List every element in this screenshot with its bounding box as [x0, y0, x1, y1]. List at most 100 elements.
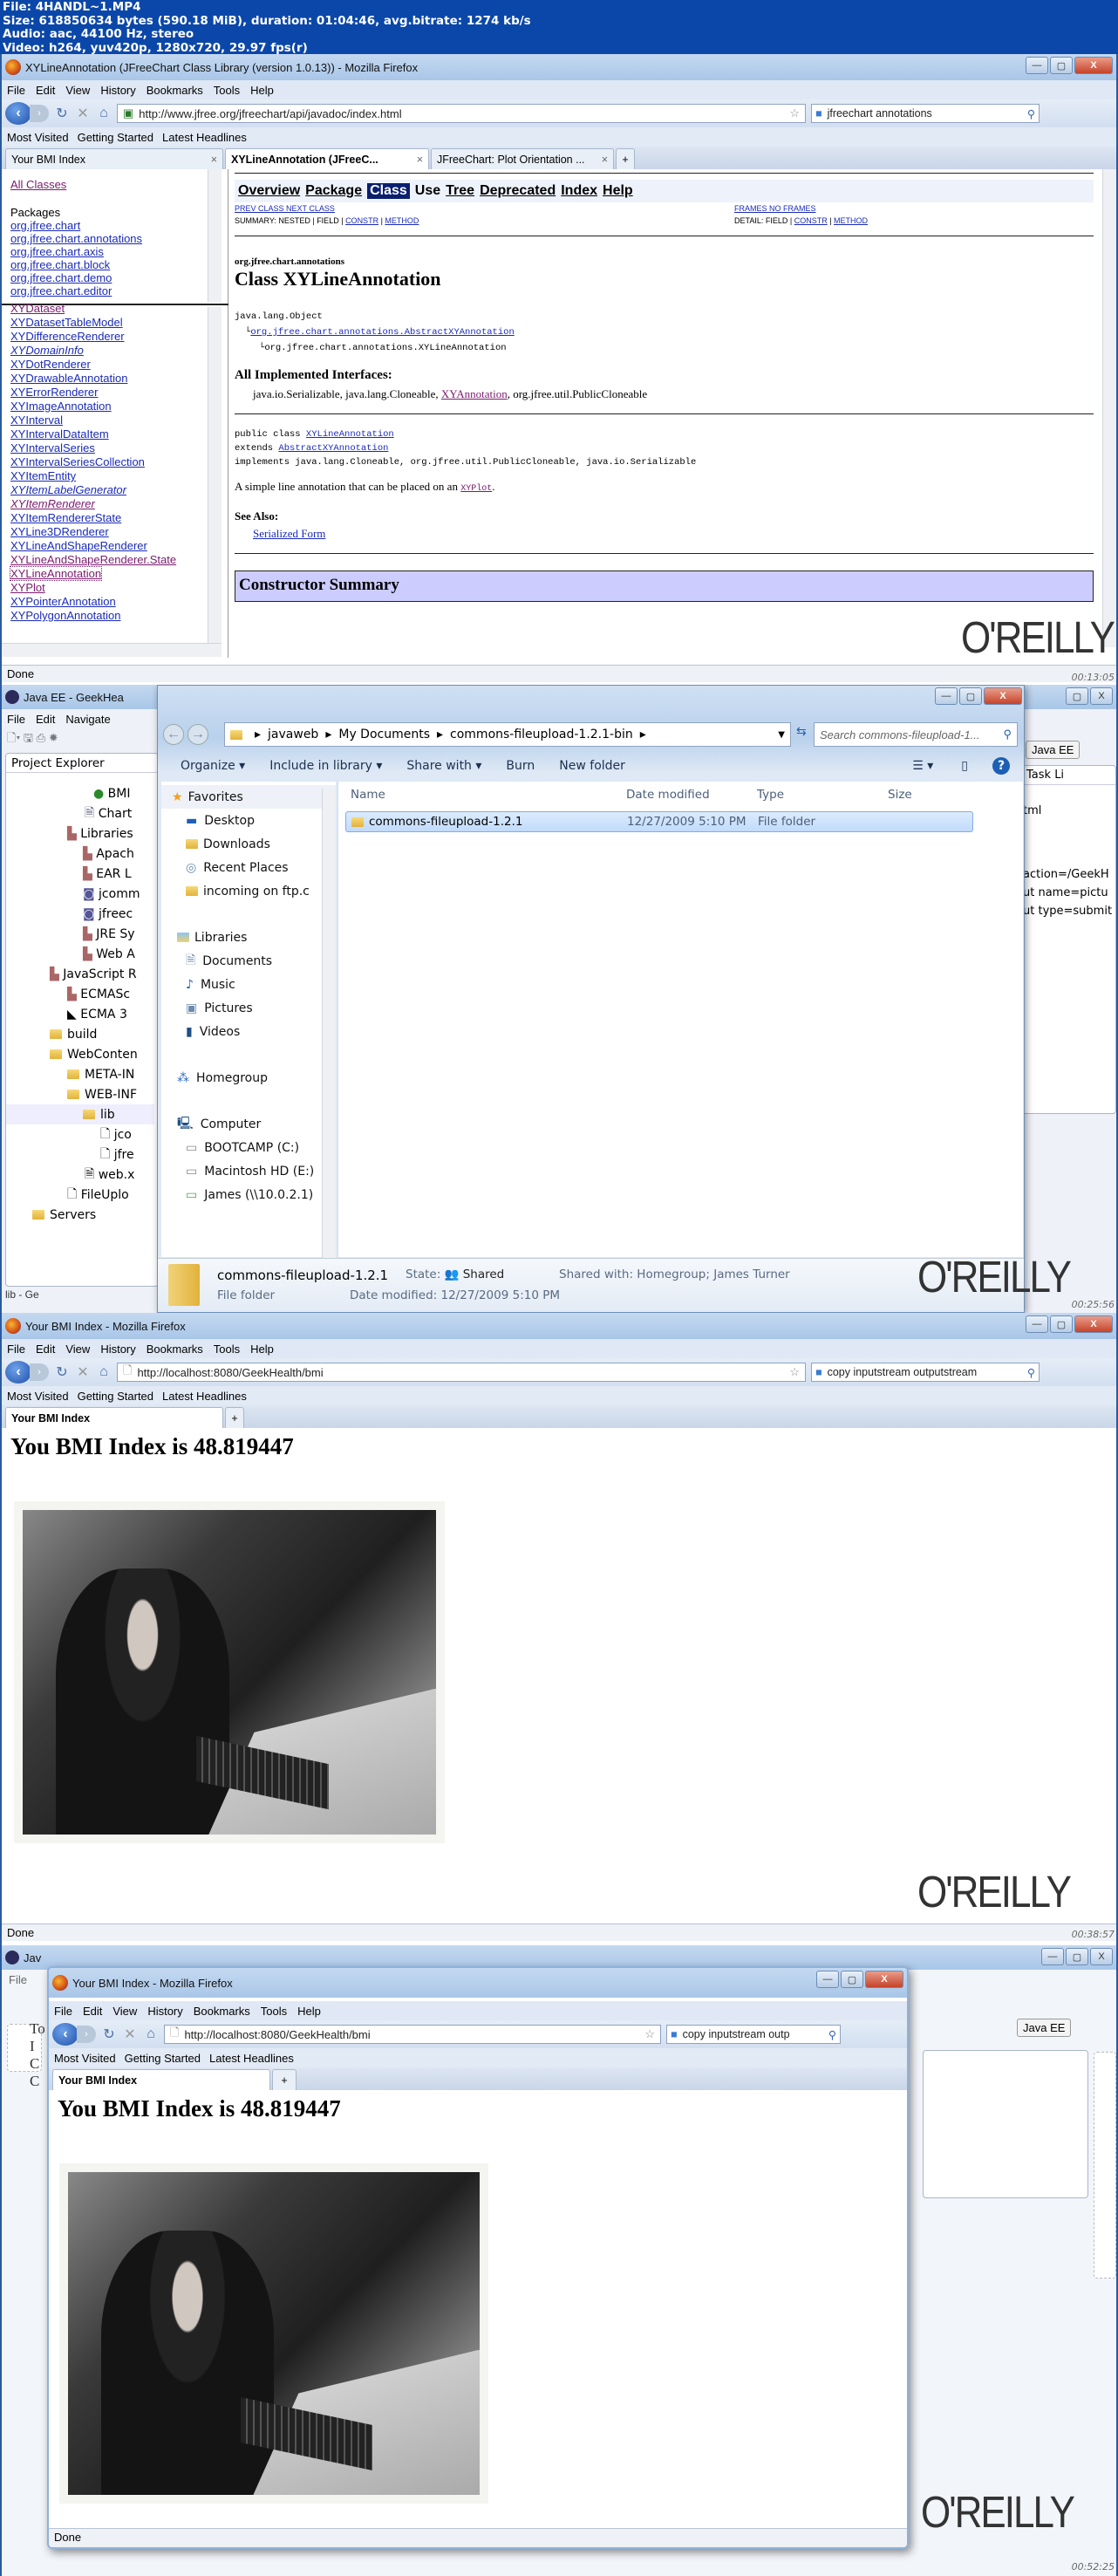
- menu-edit[interactable]: Edit: [36, 84, 55, 97]
- tree-item[interactable]: ▙ ECMASc: [6, 984, 154, 1004]
- menu-tools[interactable]: Tools: [214, 84, 240, 97]
- class-link[interactable]: XYDomainInfo: [10, 344, 84, 357]
- reload-icon[interactable]: ↻: [101, 2026, 117, 2043]
- breadcrumb-item[interactable]: javaweb: [268, 728, 318, 741]
- bookmark-getting-started[interactable]: Getting Started: [125, 2052, 201, 2065]
- new-tab-button[interactable]: +: [616, 148, 635, 169]
- bookmark-latest-headlines[interactable]: Latest Headlines: [209, 2052, 294, 2065]
- search-bar[interactable]: ■ jfreechart annotations ⚲: [811, 104, 1040, 123]
- nav-videos[interactable]: ▮ Videos: [161, 1020, 336, 1043]
- summary-constr-link[interactable]: CONSTR: [345, 216, 378, 225]
- tab-bmi-index[interactable]: Your BMI Index ×: [5, 148, 223, 169]
- tree-item[interactable]: ▙ Web A: [6, 944, 154, 964]
- nav-macintosh-drive[interactable]: ▭ Macintosh HD (E:): [161, 1159, 336, 1183]
- nav-favorites[interactable]: ★ Favorites: [161, 785, 336, 809]
- column-size[interactable]: Size: [888, 788, 975, 802]
- class-link[interactable]: XYDotRenderer: [10, 358, 91, 371]
- menu-tools[interactable]: Tools: [214, 1343, 240, 1356]
- explorer-search-input[interactable]: Search commons-fileupload-1... ⚲: [814, 722, 1018, 747]
- bookmark-getting-started[interactable]: Getting Started: [78, 131, 153, 144]
- menu-help[interactable]: Help: [250, 84, 274, 97]
- nav-overview[interactable]: Overview: [238, 183, 300, 199]
- menu-bookmarks[interactable]: Bookmarks: [147, 84, 203, 97]
- nav-index[interactable]: Index: [561, 183, 597, 199]
- hierarchy-parent-link[interactable]: org.jfree.chart.annotations.AbstractXYAn…: [250, 327, 514, 338]
- nav-desktop[interactable]: ▬ Desktop: [161, 809, 336, 832]
- class-link[interactable]: XYLineAndShapeRenderer: [10, 539, 147, 552]
- new-tab-button[interactable]: +: [272, 2069, 297, 2090]
- search-icon[interactable]: ⚲: [1027, 1366, 1035, 1379]
- breadcrumb-item[interactable]: My Documents: [338, 728, 430, 741]
- bookmark-getting-started[interactable]: Getting Started: [78, 1390, 153, 1403]
- search-icon[interactable]: ⚲: [1003, 728, 1012, 741]
- frames-link[interactable]: FRAMES NO FRAMES: [734, 204, 816, 213]
- organize-button[interactable]: Organize ▾: [181, 759, 245, 773]
- package-link[interactable]: org.jfree.chart.editor: [10, 284, 112, 297]
- tree-item[interactable]: WEB-INF: [6, 1084, 154, 1104]
- class-link[interactable]: XYErrorRenderer: [10, 386, 98, 399]
- include-in-library-button[interactable]: Include in library ▾: [269, 759, 382, 773]
- maximize-button[interactable]: ▢: [1050, 1315, 1073, 1333]
- bookmark-latest-headlines[interactable]: Latest Headlines: [162, 1390, 247, 1403]
- minimize-button[interactable]: —: [1026, 57, 1048, 74]
- bookmark-star-icon[interactable]: ☆: [644, 2027, 655, 2041]
- burn-button[interactable]: Burn: [506, 759, 535, 773]
- java-ee-perspective-button[interactable]: Java EE: [1026, 741, 1081, 759]
- share-with-button[interactable]: Share with ▾: [406, 759, 481, 773]
- class-link[interactable]: XYDifferenceRenderer: [10, 330, 125, 343]
- tree-item[interactable]: build: [6, 1024, 154, 1044]
- classes-scrollbar[interactable]: [208, 307, 222, 643]
- nav-recent-places[interactable]: ◎ Recent Places: [161, 856, 336, 879]
- maximize-button[interactable]: ▢: [1050, 57, 1073, 74]
- bookmark-latest-headlines[interactable]: Latest Headlines: [162, 131, 247, 144]
- address-dropdown-icon[interactable]: ▼: [778, 730, 785, 740]
- class-link[interactable]: XYItemLabelGenerator: [10, 483, 126, 496]
- refresh-icon[interactable]: ⇆: [796, 724, 807, 739]
- class-link-selected[interactable]: XYLineAnnotation: [9, 566, 103, 581]
- main-scrollbar[interactable]: [1102, 169, 1116, 647]
- class-link[interactable]: XYDataset: [10, 302, 65, 315]
- search-bar[interactable]: ■ copy inputstream outputstream ⚲: [811, 1363, 1040, 1382]
- column-type[interactable]: Type: [757, 788, 888, 802]
- task-list-tab[interactable]: Task Li: [1023, 766, 1115, 785]
- nav-deprecated[interactable]: Deprecated: [480, 183, 556, 199]
- nav-music[interactable]: ♪ Music: [161, 973, 336, 996]
- class-link[interactable]: XYPolygonAnnotation: [10, 609, 120, 622]
- eclipse-minimize-button[interactable]: —: [1041, 1948, 1064, 1965]
- maximize-button[interactable]: ▢: [841, 1971, 863, 1988]
- class-link[interactable]: XYImageAnnotation: [10, 400, 112, 413]
- tree-item[interactable]: ◣ ECMA 3: [6, 1004, 154, 1024]
- package-link[interactable]: org.jfree.chart.demo: [10, 271, 112, 284]
- eclipse-bottom-tab[interactable]: lib - Ge: [5, 1288, 39, 1301]
- class-link[interactable]: XYDatasetTableModel: [10, 316, 123, 329]
- tree-item[interactable]: Servers: [6, 1205, 154, 1225]
- address-breadcrumb[interactable]: ▸ javaweb ▸ My Documents ▸ commons-fileupl…: [224, 722, 791, 747]
- menu-file[interactable]: File: [54, 2005, 72, 2018]
- eclipse-close-button[interactable]: X: [1090, 687, 1113, 705]
- nav-homegroup[interactable]: ⁂ Homegroup: [161, 1066, 336, 1090]
- class-link[interactable]: XYItemEntity: [10, 469, 76, 482]
- package-link[interactable]: org.jfree.chart.annotations: [10, 232, 142, 245]
- menu-tools[interactable]: Tools: [261, 2005, 287, 2018]
- explorer-back-button[interactable]: ←: [163, 724, 184, 745]
- search-bar[interactable]: ■ copy inputstream outp ⚲: [666, 2025, 841, 2044]
- stop-icon[interactable]: ✕: [122, 2026, 138, 2043]
- serialized-form-link[interactable]: Serialized Form: [253, 527, 325, 540]
- nav-downloads[interactable]: Downloads: [161, 832, 336, 856]
- eclipse-restore-button[interactable]: ▢: [1066, 1948, 1088, 1965]
- back-button[interactable]: ‹: [5, 102, 31, 125]
- menu-view[interactable]: View: [65, 1343, 90, 1356]
- forward-button[interactable]: ›: [30, 105, 49, 122]
- class-link[interactable]: XYItemRenderer: [10, 497, 95, 510]
- reload-icon[interactable]: ↻: [54, 1363, 70, 1381]
- eclipse-menu-navigate[interactable]: Navigate: [65, 713, 110, 726]
- menu-history[interactable]: History: [100, 84, 135, 97]
- tree-item[interactable]: 🗋 jco: [6, 1124, 154, 1145]
- nav-package[interactable]: Package: [305, 183, 362, 199]
- home-icon[interactable]: ⌂: [143, 2026, 159, 2042]
- xyannotation-link[interactable]: XYAnnotation: [441, 387, 508, 400]
- tree-item[interactable]: 🗋 FileUplo: [6, 1185, 154, 1205]
- save-icon[interactable]: 🖫: [24, 731, 33, 744]
- close-tab-icon[interactable]: ×: [417, 154, 423, 166]
- bookmark-most-visited[interactable]: Most Visited: [7, 1390, 69, 1403]
